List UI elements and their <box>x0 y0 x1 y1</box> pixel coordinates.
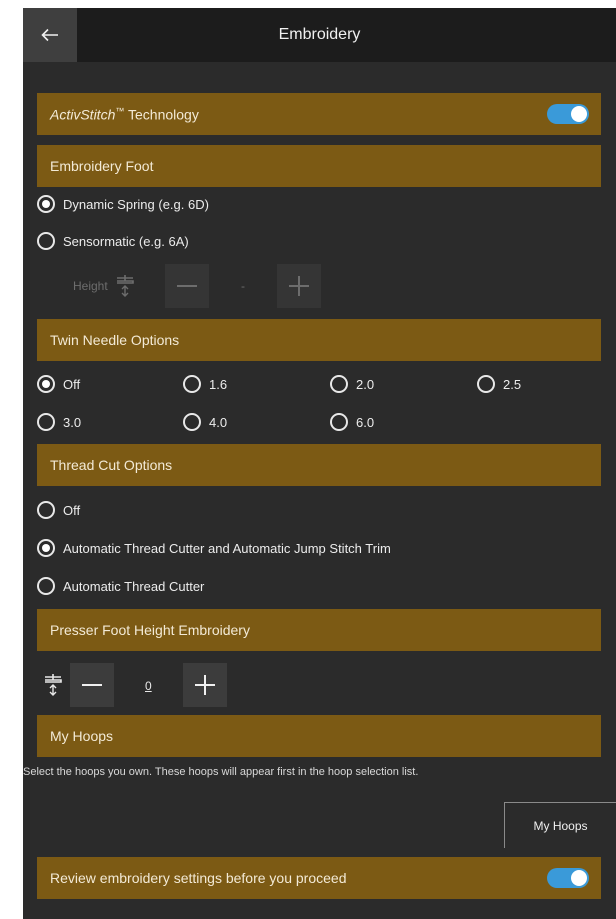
section-title: Presser Foot Height Embroidery <box>50 622 250 638</box>
radio-label: 2.5 <box>503 376 522 392</box>
activstitch-label: ActivStitch™ Technology <box>50 105 199 123</box>
radio-circle <box>477 375 495 393</box>
radio-twin-4-0[interactable]: 4.0 <box>183 410 227 434</box>
twin-needle-header: Twin Needle Options <box>37 319 601 361</box>
radio-circle <box>37 232 55 250</box>
radio-label: Off <box>63 502 81 518</box>
radio-label: 6.0 <box>356 414 375 430</box>
height-increase-button[interactable] <box>277 264 321 308</box>
presser-foot-header: Presser Foot Height Embroidery <box>37 609 601 651</box>
activstitch-toggle[interactable] <box>547 104 589 124</box>
radio-twin-1-6[interactable]: 1.6 <box>183 372 227 396</box>
radio-twin-3-0[interactable]: 3.0 <box>37 410 81 434</box>
radio-label: Automatic Thread Cutter <box>63 578 205 594</box>
radio-thread-off[interactable]: Off <box>37 498 80 522</box>
review-label: Review embroidery settings before you pr… <box>50 870 347 886</box>
embroidery-foot-header: Embroidery Foot <box>37 145 601 187</box>
section-title: My Hoops <box>50 728 114 744</box>
radio-circle <box>37 501 55 519</box>
radio-label: 1.6 <box>209 376 228 392</box>
height-label: Height <box>73 279 108 293</box>
radio-label: Sensormatic (e.g. 6A) <box>63 233 189 249</box>
radio-circle <box>183 375 201 393</box>
radio-twin-2-0[interactable]: 2.0 <box>330 372 374 396</box>
arrow-left-icon <box>41 28 58 42</box>
toggle-knob <box>571 870 587 886</box>
presser-decrease-button[interactable] <box>70 663 114 707</box>
radio-circle <box>37 413 55 431</box>
activstitch-row: ActivStitch™ Technology <box>37 93 601 135</box>
page-title: Embroidery <box>278 26 361 43</box>
my-hoops-description: Select the hoops you own. These hoops wi… <box>23 766 419 778</box>
radio-circle <box>330 413 348 431</box>
review-row: Review embroidery settings before you pr… <box>37 857 601 899</box>
radio-label: 4.0 <box>209 414 228 430</box>
radio-circle <box>183 413 201 431</box>
embroidery-settings-screen: Embroidery ActivStitch™ Technology Embro… <box>23 8 616 919</box>
section-title: Thread Cut Options <box>50 457 173 473</box>
section-title: Twin Needle Options <box>50 332 180 348</box>
radio-circle <box>37 375 55 393</box>
radio-twin-2-5[interactable]: 2.5 <box>477 372 521 396</box>
radio-label: Dynamic Spring (e.g. 6D) <box>63 196 209 212</box>
presser-height-value: 0 <box>145 679 152 693</box>
radio-label: Automatic Thread Cutter and Automatic Ju… <box>63 540 391 556</box>
radio-label: 2.0 <box>356 376 375 392</box>
minus-icon <box>82 684 102 686</box>
section-title: Embroidery Foot <box>50 158 154 174</box>
radio-circle <box>37 539 55 557</box>
radio-circle <box>37 195 55 213</box>
presser-foot-icon <box>45 674 62 696</box>
radio-circle <box>330 375 348 393</box>
radio-label: Off <box>63 376 81 392</box>
radio-twin-6-0[interactable]: 6.0 <box>330 410 374 434</box>
back-button[interactable] <box>23 8 77 62</box>
height-value: - <box>241 279 245 293</box>
radio-thread-cutter-jump-trim[interactable]: Automatic Thread Cutter and Automatic Ju… <box>37 536 391 560</box>
presser-foot-icon <box>117 275 134 297</box>
top-bar: Embroidery <box>23 8 616 62</box>
radio-circle <box>37 577 55 595</box>
minus-icon <box>177 285 197 287</box>
height-decrease-button[interactable] <box>165 264 209 308</box>
my-hoops-header: My Hoops <box>37 715 601 757</box>
toggle-knob <box>571 106 587 122</box>
plus-icon <box>289 276 309 296</box>
radio-twin-off[interactable]: Off <box>37 372 80 396</box>
presser-increase-button[interactable] <box>183 663 227 707</box>
radio-dynamic-spring[interactable]: Dynamic Spring (e.g. 6D) <box>37 192 209 216</box>
radio-label: 3.0 <box>63 414 82 430</box>
thread-cut-header: Thread Cut Options <box>37 444 601 486</box>
radio-sensormatic[interactable]: Sensormatic (e.g. 6A) <box>37 229 189 253</box>
plus-icon <box>195 675 215 695</box>
my-hoops-button[interactable]: My Hoops <box>504 802 616 848</box>
radio-thread-cutter[interactable]: Automatic Thread Cutter <box>37 574 204 598</box>
review-toggle[interactable] <box>547 868 589 888</box>
